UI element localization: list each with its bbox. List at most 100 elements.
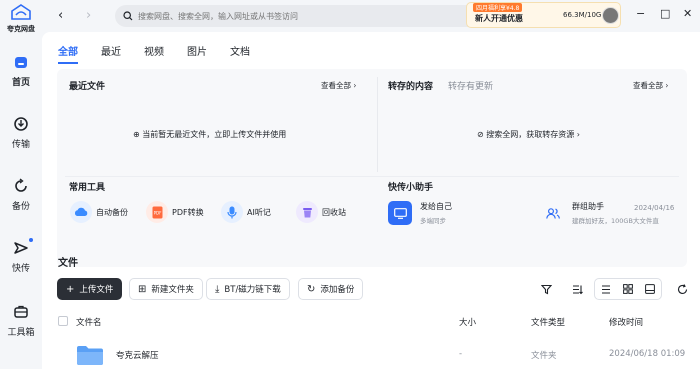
main-content: 全部 最近 视频 图片 文档 最近文件 查看全部 › ⊕ 当前暂无最近文件，立即… [42, 32, 700, 369]
tab-recent[interactable]: 最近 [101, 43, 121, 64]
refresh-icon[interactable] [672, 279, 692, 299]
tool-label: 回收站 [322, 207, 346, 217]
backup-icon [11, 176, 31, 196]
search-input[interactable] [138, 11, 478, 21]
select-all-checkbox[interactable] [58, 316, 68, 326]
saved-content-subtitle[interactable]: 转存有更新 [448, 79, 493, 92]
download-icon: ⤓ [215, 283, 220, 295]
sidebar: 夸克网盘 首页 传输 备份 快传 工具箱 [0, 0, 42, 369]
overview-cards: 最近文件 查看全部 › ⊕ 当前暂无最近文件，立即上传文件并使用 转存的内容 转… [57, 69, 687, 267]
close-icon[interactable]: ✕ [683, 7, 692, 20]
group-icon [544, 204, 562, 222]
helper-title: 快传小助手 [388, 183, 434, 193]
minimize-icon[interactable]: − [636, 7, 645, 20]
column-header-size[interactable]: 大小 [459, 316, 476, 328]
tool-recycle-bin[interactable]: 回收站 [296, 201, 346, 223]
files-section-title: 文件 [58, 258, 78, 269]
app-logo[interactable]: 夸克网盘 [3, 4, 39, 34]
column-header-name[interactable]: 文件名 [76, 316, 102, 328]
folder-plus-icon: ⊞ [138, 283, 147, 295]
recycle-bin-icon [296, 201, 318, 223]
tab-images[interactable]: 图片 [187, 43, 207, 64]
column-header-modified[interactable]: 修改时间 [609, 316, 643, 328]
sidebar-item-transfer[interactable]: 传输 [0, 114, 42, 150]
tool-auto-backup[interactable]: 自动备份 [70, 201, 128, 223]
tool-label: 自动备份 [96, 207, 128, 217]
tool-pdf-convert[interactable]: PDF PDF转换 [146, 201, 204, 223]
sidebar-item-quick-share[interactable]: 快传 [0, 238, 42, 274]
view-all-label: 查看全部 [633, 81, 663, 90]
helper-send-to-self[interactable]: 发给自己 多端同步 [388, 201, 452, 225]
topbar: ‹ › 四月福利享¥4.8 新人开通优惠 66.3M/10G − □ ✕ [42, 0, 700, 32]
storage-quota: 66.3M/10G [563, 11, 602, 19]
transfer-icon [11, 114, 31, 134]
recent-files-title: 最近文件 [69, 82, 106, 92]
button-label: 新建文件夹 [151, 285, 194, 295]
tab-all[interactable]: 全部 [58, 43, 78, 64]
table-row[interactable]: 夸克云解压 - 文件夹 2024/06/18 01:09 [42, 340, 700, 369]
upload-file-button[interactable]: + 上传文件 [57, 278, 123, 300]
sidebar-item-backup[interactable]: 备份 [0, 176, 42, 212]
search-bar[interactable] [115, 5, 495, 27]
bt-magnet-download-button[interactable]: ⤓ BT/磁力链下载 [206, 278, 290, 300]
sidebar-item-label: 传输 [11, 140, 30, 150]
column-header-type[interactable]: 文件类型 [531, 316, 565, 328]
button-label: BT/磁力链下载 [224, 285, 281, 295]
tool-ai-notes[interactable]: AI听记 [221, 201, 271, 223]
recent-view-all-link[interactable]: 查看全部 › [321, 80, 356, 91]
file-modified: 2024/06/18 01:09 [609, 349, 686, 359]
sidebar-item-label: 备份 [11, 202, 30, 212]
tab-video[interactable]: 视频 [144, 43, 164, 64]
saved-view-all-link[interactable]: 查看全部 › [633, 80, 668, 91]
monitor-icon [388, 201, 412, 225]
recent-empty-state[interactable]: ⊕ 当前暂无最近文件，立即上传文件并使用 [133, 129, 286, 140]
avatar[interactable] [602, 7, 619, 24]
sidebar-item-label: 首页 [11, 78, 30, 88]
button-label: 添加备份 [320, 285, 355, 295]
pdf-icon: PDF [146, 201, 168, 223]
list-view-icon[interactable] [595, 279, 617, 299]
view-all-label: 查看全部 [321, 81, 351, 90]
sidebar-item-home[interactable]: 首页 [0, 52, 42, 88]
tool-label: AI听记 [247, 207, 271, 217]
back-arrow-icon[interactable]: ‹ [58, 8, 63, 23]
tools-title: 常用工具 [69, 183, 106, 193]
svg-text:PDF: PDF [153, 210, 161, 215]
backup-icon: ↻ [307, 283, 316, 295]
file-size: - [459, 349, 463, 359]
preview-view-icon[interactable] [639, 279, 661, 299]
file-table-header: 文件名 大小 文件类型 修改时间 [42, 313, 700, 331]
view-toggle [594, 278, 662, 300]
promo-badge: 四月福利享¥4.8 [473, 3, 523, 12]
saved-empty-state[interactable]: ⊘ 搜索全网，获取转存资源 › [477, 129, 580, 140]
add-backup-button[interactable]: ↻ 添加备份 [298, 278, 364, 300]
cloud-backup-icon [70, 201, 92, 223]
tab-documents[interactable]: 文档 [230, 43, 250, 64]
search-icon [123, 11, 133, 21]
recent-empty-text: 当前暂无最近文件，立即上传文件并使用 [142, 130, 287, 139]
new-folder-button[interactable]: ⊞ 新建文件夹 [129, 278, 203, 300]
button-label: 上传文件 [79, 285, 114, 295]
sort-icon[interactable] [567, 279, 587, 299]
plus-icon: + [66, 283, 75, 295]
helper-item-date: 2024/04/16 [634, 204, 675, 212]
tool-label: PDF转换 [172, 207, 204, 217]
divider [377, 77, 378, 172]
helper-item-title: 发给自己 [420, 202, 452, 211]
grid-view-icon[interactable] [617, 279, 639, 299]
filter-icon[interactable] [536, 279, 556, 299]
toolbox-icon [11, 302, 31, 322]
cloud-logo-icon [11, 4, 31, 20]
home-icon [11, 52, 31, 72]
category-tabs: 全部 最近 视频 图片 文档 [58, 43, 273, 64]
app-name: 夸克网盘 [7, 25, 35, 33]
maximize-icon[interactable]: □ [660, 7, 670, 20]
divider [65, 176, 679, 177]
microphone-icon [221, 201, 243, 223]
forward-arrow-icon[interactable]: › [86, 8, 91, 23]
promo-banner[interactable]: 四月福利享¥4.8 新人开通优惠 66.3M/10G [466, 2, 621, 28]
sidebar-item-label: 快传 [11, 264, 30, 274]
sidebar-item-toolbox[interactable]: 工具箱 [0, 302, 42, 338]
helper-item-sub: 建群加好友，100GB大文件直 [572, 217, 659, 225]
file-name[interactable]: 夸克云解压 [116, 349, 159, 361]
